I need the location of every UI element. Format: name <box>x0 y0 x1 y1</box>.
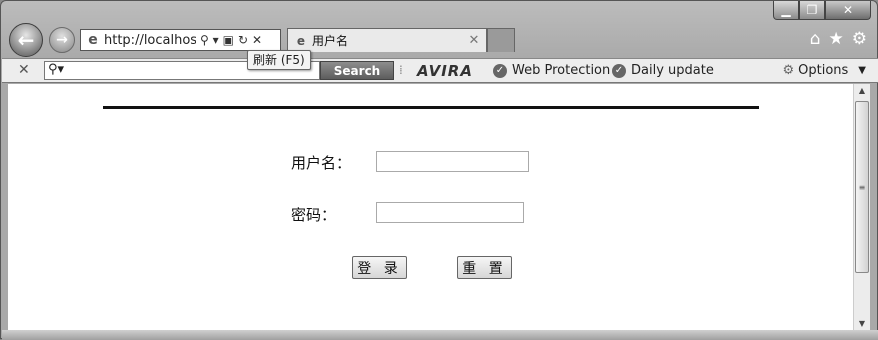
back-button[interactable]: ← <box>9 23 43 57</box>
scroll-up-icon[interactable]: ▲ <box>854 86 870 95</box>
daily-update-item[interactable]: ✓ Daily update <box>612 63 714 78</box>
daily-update-label: Daily update <box>631 63 714 78</box>
address-bar[interactable]: e http://localhost/ ⚲ ▾ ▣ ↻ ✕ <box>80 29 281 51</box>
scrollbar-thumb[interactable]: ≡ <box>855 101 869 273</box>
ie-page-icon: e <box>296 33 306 48</box>
toolbar-divider: ⁞ <box>399 63 403 77</box>
web-protection-item[interactable]: ✓ Web Protection <box>493 63 610 78</box>
password-field[interactable] <box>376 202 524 223</box>
browser-window: ▁ ❐ ✕ ← → e http://localhost/ ⚲ ▾ ▣ ↻ ✕ … <box>0 0 878 340</box>
check-icon: ✓ <box>493 63 507 78</box>
horizontal-rule <box>103 106 759 109</box>
avira-toolbar: ✕ ⚲▾ Search ⁞ AVIRA ✓ Web Protection ✓ D… <box>2 58 878 83</box>
home-icon[interactable]: ⌂ <box>810 29 821 49</box>
search-icon: ⚲▾ <box>48 62 65 77</box>
refresh-tooltip: 刷新 (F5) <box>247 50 311 70</box>
address-url[interactable]: http://localhost/ <box>104 33 196 48</box>
gear-icon[interactable]: ⚙ <box>852 29 867 49</box>
options-label: Options <box>798 63 849 78</box>
web-protection-label: Web Protection <box>512 63 611 78</box>
star-icon[interactable]: ★ <box>829 29 844 49</box>
arrow-left-icon: ← <box>17 28 35 52</box>
chevron-down-icon: ▼ <box>858 65 866 76</box>
username-label: 用户名： <box>291 154 352 172</box>
new-tab-button[interactable] <box>487 28 515 52</box>
window-caption-buttons: ▁ ❐ ✕ <box>773 1 871 20</box>
arrow-right-icon: → <box>56 32 68 48</box>
search-button[interactable]: Search <box>320 61 394 80</box>
options-menu[interactable]: ⚙ Options ▼ <box>782 63 866 78</box>
gear-icon: ⚙ <box>782 63 795 78</box>
close-tab-icon[interactable]: ✕ <box>466 33 482 48</box>
ie-page-icon: e <box>88 32 98 48</box>
password-label: 密码： <box>291 206 337 224</box>
scroll-down-icon[interactable]: ▼ <box>854 319 870 328</box>
close-toolbar-icon[interactable]: ✕ <box>18 62 30 78</box>
minimize-button[interactable]: ▁ <box>773 1 799 20</box>
compatibility-icon[interactable]: ▣ <box>223 33 234 47</box>
maximize-button[interactable]: ❐ <box>799 1 825 20</box>
close-window-button[interactable]: ✕ <box>825 1 871 20</box>
vertical-scrollbar[interactable]: ▲ ≡ ▼ <box>853 84 870 330</box>
page-content: 用户名： 密码： 登 录 重 置 <box>8 84 853 330</box>
close-icon[interactable]: ✕ <box>252 33 262 47</box>
tab-active[interactable]: e 用户名 ✕ <box>287 28 487 52</box>
username-field[interactable] <box>376 151 529 172</box>
check-icon: ✓ <box>612 63 626 78</box>
browser-command-icons: ⌂ ★ ⚙ <box>810 29 867 49</box>
forward-button[interactable]: → <box>49 27 75 53</box>
refresh-icon[interactable]: ↻ <box>238 33 248 47</box>
avira-logo[interactable]: AVIRA <box>417 62 473 80</box>
login-button[interactable]: 登 录 <box>352 256 407 279</box>
reset-button[interactable]: 重 置 <box>457 256 512 279</box>
tab-title: 用户名 <box>312 34 349 48</box>
search-icon[interactable]: ⚲ ▾ <box>200 33 219 47</box>
